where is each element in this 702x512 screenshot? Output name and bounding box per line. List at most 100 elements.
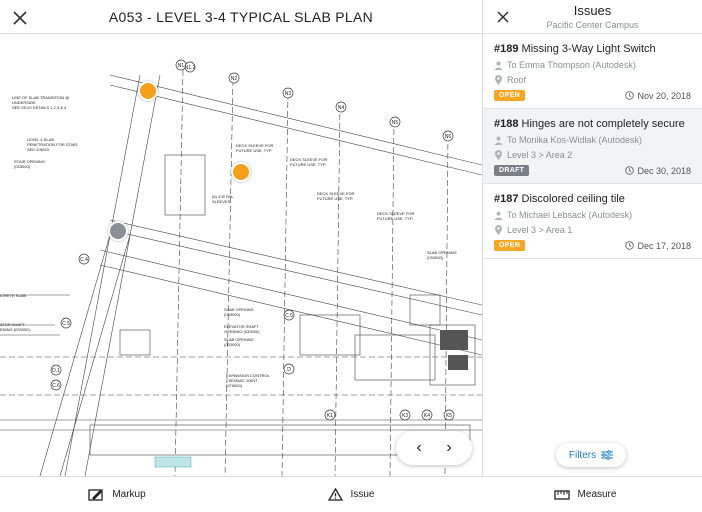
- svg-text:K4: K4: [424, 413, 430, 419]
- clock-icon: [625, 166, 635, 175]
- issues-panel: Issues Pacific Center Campus #189 Missin…: [482, 0, 702, 476]
- svg-text:C.4: C.4: [80, 257, 88, 263]
- issue-title: #187 Discolored ceiling tile: [494, 193, 691, 205]
- filters-button[interactable]: Filters: [556, 443, 626, 467]
- svg-text:D.1: D.1: [52, 368, 60, 374]
- issue-assignee: To Michael Lebsack (Autodesk): [494, 210, 691, 220]
- issue-number: #188: [494, 118, 519, 130]
- filters-label: Filters: [568, 449, 597, 461]
- assignee-text: To Emma Thompson (Autodesk): [507, 60, 636, 70]
- measure-label: Measure: [577, 489, 617, 500]
- svg-text:N1.2: N1.2: [185, 65, 196, 71]
- sliders-icon: [601, 450, 614, 460]
- issue-title: #188 Hinges are not completely secure: [494, 118, 691, 130]
- svg-text:K1: K1: [327, 413, 333, 419]
- issue-item[interactable]: #188 Hinges are not completely secure To…: [483, 109, 702, 184]
- issue-item[interactable]: #187 Discolored ceiling tile To Michael …: [483, 184, 702, 259]
- issue-label: Issue: [350, 489, 375, 500]
- issue-title: #189 Missing 3-Way Light Switch: [494, 43, 691, 55]
- svg-text:FUTURE USE, TYP.: FUTURE USE, TYP.: [317, 196, 353, 201]
- issue-marker-open[interactable]: [138, 81, 158, 101]
- issue-location: Roof: [494, 75, 691, 85]
- svg-text:FUTURE USE, TYP.: FUTURE USE, TYP.: [377, 216, 413, 221]
- svg-text:K5: K5: [446, 413, 452, 419]
- location-pin-icon: [495, 225, 502, 235]
- issue-location: Level 3 > Area 2: [494, 150, 691, 160]
- issue-assignee: To Monika Kos-Widlak (Autodesk): [494, 135, 691, 145]
- floor-plan-drawing: N1 N1.2 N2 N3 N4 N5 N6 C.4 C.5 D.1 C.6 D…: [0, 59, 482, 476]
- markup-label: Markup: [112, 489, 146, 500]
- svg-text:K3: K3: [402, 413, 408, 419]
- issue-title-text: Discolored ceiling tile: [521, 193, 625, 205]
- svg-text:D: D: [287, 367, 291, 373]
- svg-text:(033000): (033000): [427, 255, 444, 260]
- location-pin-icon: [495, 150, 502, 160]
- panel-header: Issues Pacific Center Campus: [483, 0, 702, 34]
- next-sheet-button[interactable]: ›: [446, 439, 451, 457]
- clock-icon: [625, 241, 635, 250]
- svg-text:(079000): (079000): [226, 383, 243, 388]
- close-icon[interactable]: [10, 8, 30, 28]
- location-text: Level 3 > Area 2: [507, 150, 573, 160]
- svg-text:N4: N4: [338, 105, 345, 111]
- person-icon: [494, 211, 503, 220]
- svg-text:N2: N2: [231, 76, 238, 82]
- bottom-toolbar: Markup Issue Measure: [0, 476, 702, 512]
- panel-title: Issues: [573, 3, 612, 18]
- issue-number: #189: [494, 43, 519, 55]
- due-date-text: Nov 20, 2018: [637, 90, 691, 101]
- close-panel-icon[interactable]: [495, 9, 511, 25]
- status-badge: DRAFT: [494, 165, 530, 176]
- svg-text:FUTURE USE, TYP.: FUTURE USE, TYP.: [290, 162, 326, 167]
- location-text: Level 3 > Area 1: [507, 225, 573, 235]
- assignee-text: To Michael Lebsack (Autodesk): [507, 210, 633, 220]
- warning-triangle-icon: [327, 488, 343, 501]
- svg-text:C.6: C.6: [52, 383, 60, 389]
- issue-marker-draft[interactable]: [108, 221, 128, 241]
- location-text: Roof: [507, 75, 527, 85]
- issue-item[interactable]: #189 Missing 3-Way Light Switch To Emma …: [483, 34, 702, 109]
- issue-number: #187: [494, 193, 519, 205]
- issue-title-text: Hinges are not completely secure: [521, 118, 685, 130]
- location-pin-icon: [495, 75, 502, 85]
- sheet-navigation: ‹ ›: [396, 431, 472, 465]
- markup-button[interactable]: Markup: [0, 477, 234, 512]
- document-header: A053 - LEVEL 3-4 TYPICAL SLAB PLAN: [0, 0, 482, 34]
- svg-text:(033000): (033000): [14, 164, 31, 169]
- due-date: Dec 17, 2018: [625, 241, 691, 251]
- due-date-text: Dec 17, 2018: [637, 240, 691, 251]
- svg-text:SEE S5.20 DETAILS 1,2,3 & 4: SEE S5.20 DETAILS 1,2,3 & 4: [12, 105, 67, 110]
- svg-text:(033000): (033000): [224, 342, 241, 347]
- issue-location: Level 3 > Area 1: [494, 225, 691, 235]
- assignee-text: To Monika Kos-Widlak (Autodesk): [507, 135, 643, 145]
- svg-text:SLEEVES: SLEEVES: [212, 199, 231, 204]
- svg-text:C.5: C.5: [285, 313, 293, 319]
- status-badge: OPEN: [494, 90, 526, 101]
- ruler-icon: [553, 489, 570, 500]
- svg-text:N3: N3: [285, 91, 292, 97]
- measure-button[interactable]: Measure: [468, 477, 702, 512]
- project-name: Pacific Center Campus: [546, 20, 639, 30]
- due-date-text: Dec 30, 2018: [637, 165, 691, 176]
- svg-text:N5: N5: [392, 120, 399, 126]
- drawing-canvas[interactable]: N1 N1.2 N2 N3 N4 N5 N6 C.4 C.5 D.1 C.6 D…: [0, 35, 482, 476]
- document-title: A053 - LEVEL 3-4 TYPICAL SLAB PLAN: [108, 8, 374, 25]
- clock-icon: [625, 91, 635, 100]
- svg-text:N1: N1: [178, 63, 185, 69]
- svg-text:SEE 2/A053: SEE 2/A053: [27, 147, 50, 152]
- markup-icon: [88, 488, 103, 501]
- status-badge: OPEN: [494, 240, 526, 251]
- svg-text:(033000): (033000): [224, 312, 241, 317]
- person-icon: [494, 136, 503, 145]
- previous-sheet-button[interactable]: ‹: [416, 439, 421, 457]
- issue-title-text: Missing 3-Way Light Switch: [521, 43, 656, 55]
- svg-text:ENING (033000): ENING (033000): [0, 327, 30, 332]
- due-date: Dec 30, 2018: [625, 166, 691, 176]
- issue-marker-open[interactable]: [231, 162, 251, 182]
- svg-text:OPENING (033000): OPENING (033000): [224, 329, 260, 334]
- issue-button[interactable]: Issue: [234, 477, 468, 512]
- svg-text:FUTURE USE, TYP.: FUTURE USE, TYP.: [236, 148, 272, 153]
- svg-text:C.5: C.5: [62, 321, 70, 327]
- svg-text:ICRETE SLAB: ICRETE SLAB: [0, 293, 26, 298]
- svg-text:N6: N6: [445, 134, 452, 140]
